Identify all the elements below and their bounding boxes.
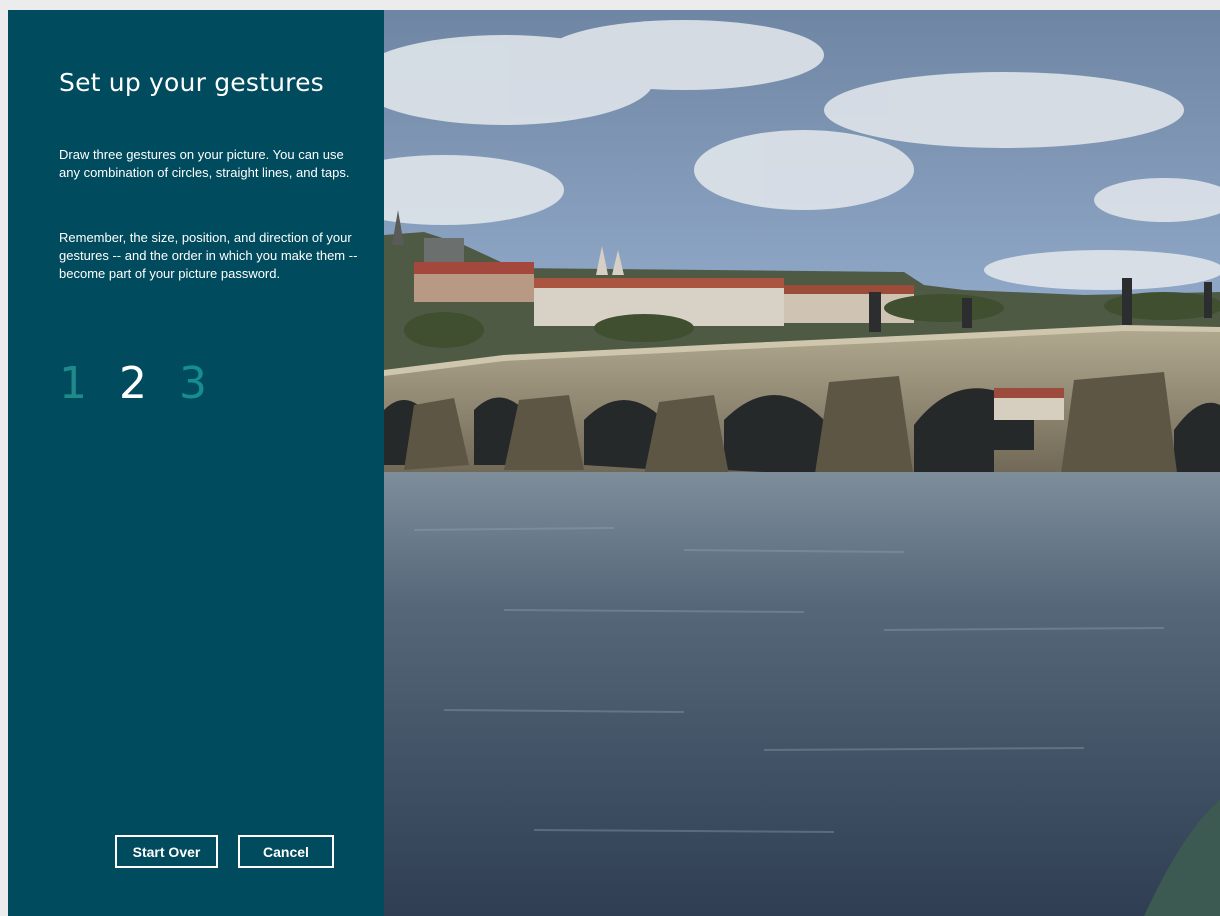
step-1: 1 <box>59 358 87 409</box>
bridge-photo <box>384 10 1220 916</box>
reminder-text: Remember, the size, position, and direct… <box>59 230 358 281</box>
gesture-picture-canvas[interactable] <box>384 10 1220 916</box>
instructions-text: Draw three gestures on your picture. You… <box>59 147 350 180</box>
start-over-button[interactable]: Start Over <box>115 835 218 868</box>
gesture-step-indicator: 1 2 3 <box>59 358 207 410</box>
cancel-button[interactable]: Cancel <box>238 835 334 868</box>
step-2: 2 <box>119 358 147 409</box>
step-3: 3 <box>179 358 207 409</box>
gesture-setup-panel: Set up your gestures Draw three gestures… <box>8 10 384 916</box>
page-title: Set up your gestures <box>59 68 324 97</box>
